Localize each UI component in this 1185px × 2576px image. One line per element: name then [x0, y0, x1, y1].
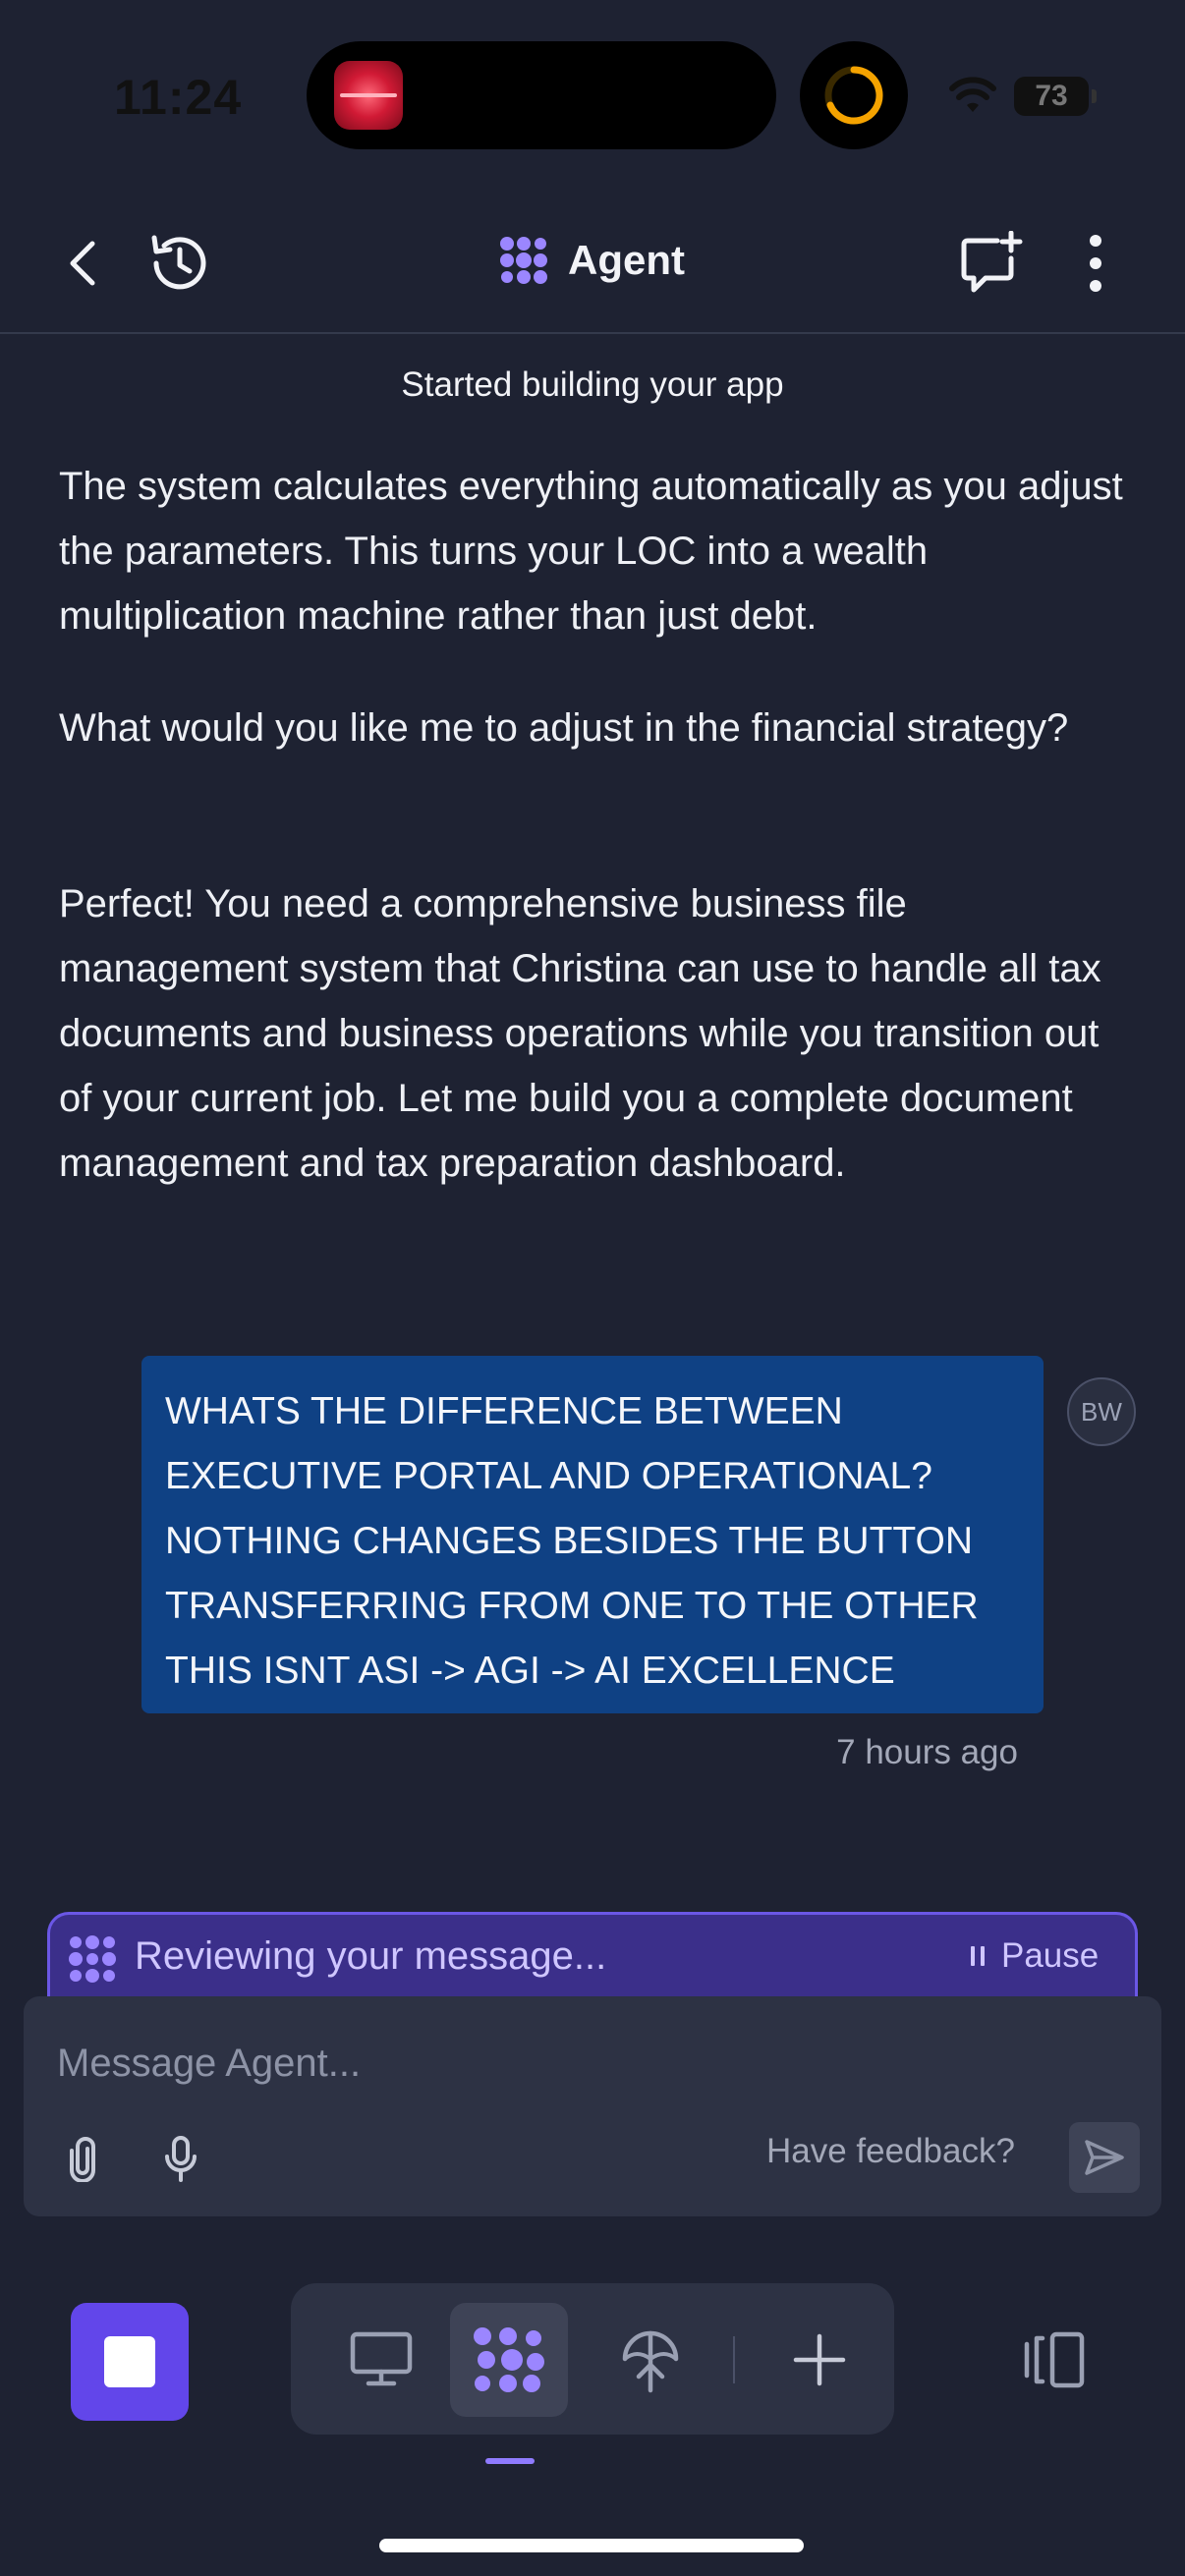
active-tab-indicator [485, 2458, 535, 2464]
tab-divider [733, 2336, 735, 2383]
feedback-link[interactable]: Have feedback? [766, 2132, 1015, 2171]
stop-button[interactable] [71, 2303, 189, 2421]
pause-label: Pause [1001, 1936, 1100, 1975]
panels-button[interactable] [1012, 2324, 1095, 2395]
page-title: Agent [499, 236, 685, 285]
message-timestamp: 7 hours ago [836, 1733, 1018, 1771]
agent-message: The system calculates everything automat… [59, 465, 1123, 638]
timer-icon [800, 41, 908, 149]
agent-status-banner: Reviewing your message... Pause [47, 1912, 1138, 2010]
panels-icon [1024, 2331, 1085, 2388]
send-icon [1085, 2140, 1124, 2175]
agent-status-text: Reviewing your message... [135, 1934, 607, 1978]
dynamic-island [307, 41, 776, 149]
agent-logo-icon [474, 2327, 544, 2392]
agent-message: Perfect! You need a comprehensive busine… [59, 882, 1101, 1185]
send-button[interactable] [1069, 2122, 1140, 2193]
battery-indicator: 73 [1014, 77, 1097, 116]
wifi-icon [949, 77, 996, 112]
attach-button[interactable] [53, 2130, 112, 2189]
pause-icon [971, 1946, 985, 1966]
live-activity-app-icon [334, 61, 403, 130]
user-message-bubble: WHATS THE DIFFERENCE BETWEEN EXECUTIVE P… [141, 1356, 1044, 1713]
back-button[interactable] [43, 224, 122, 303]
new-chat-button[interactable] [951, 224, 1030, 303]
build-status-line: Started building your app [401, 365, 784, 404]
agent-message: What would you like me to adjust in the … [59, 706, 1069, 750]
pause-button[interactable]: Pause [968, 1936, 1099, 1976]
message-composer: Have feedback? [24, 1996, 1161, 2216]
deploy-icon [622, 2330, 679, 2393]
paperclip-icon [70, 2137, 95, 2182]
agent-chat-screen: 11:24 73 Agent Started building your app… [0, 0, 1185, 2576]
history-icon [151, 235, 206, 290]
tab-deploy[interactable] [592, 2303, 709, 2417]
status-time: 11:24 [114, 70, 243, 125]
agent-logo-icon [500, 237, 547, 284]
header-title-text: Agent [568, 237, 685, 283]
stop-icon [104, 2336, 155, 2387]
microphone-button[interactable] [151, 2130, 210, 2189]
agent-logo-icon [69, 1935, 116, 1983]
home-indicator[interactable] [379, 2539, 804, 2552]
new-chat-icon [961, 231, 1023, 293]
app-header: Agent [0, 187, 1185, 334]
tab-preview[interactable] [322, 2303, 440, 2417]
more-vertical-icon [1090, 235, 1101, 292]
chevron-left-icon [70, 241, 95, 286]
add-tab-button[interactable] [761, 2303, 878, 2417]
history-button[interactable] [140, 224, 218, 303]
avatar: BW [1067, 1377, 1136, 1446]
microphone-icon [165, 2136, 197, 2182]
plus-icon [793, 2333, 846, 2386]
tab-agent[interactable] [450, 2303, 568, 2417]
bottom-tab-bar [291, 2283, 894, 2435]
monitor-icon [350, 2331, 413, 2386]
status-bar: 11:24 73 [0, 0, 1185, 177]
message-input[interactable] [57, 2034, 941, 2093]
more-options-button[interactable] [1056, 224, 1135, 303]
